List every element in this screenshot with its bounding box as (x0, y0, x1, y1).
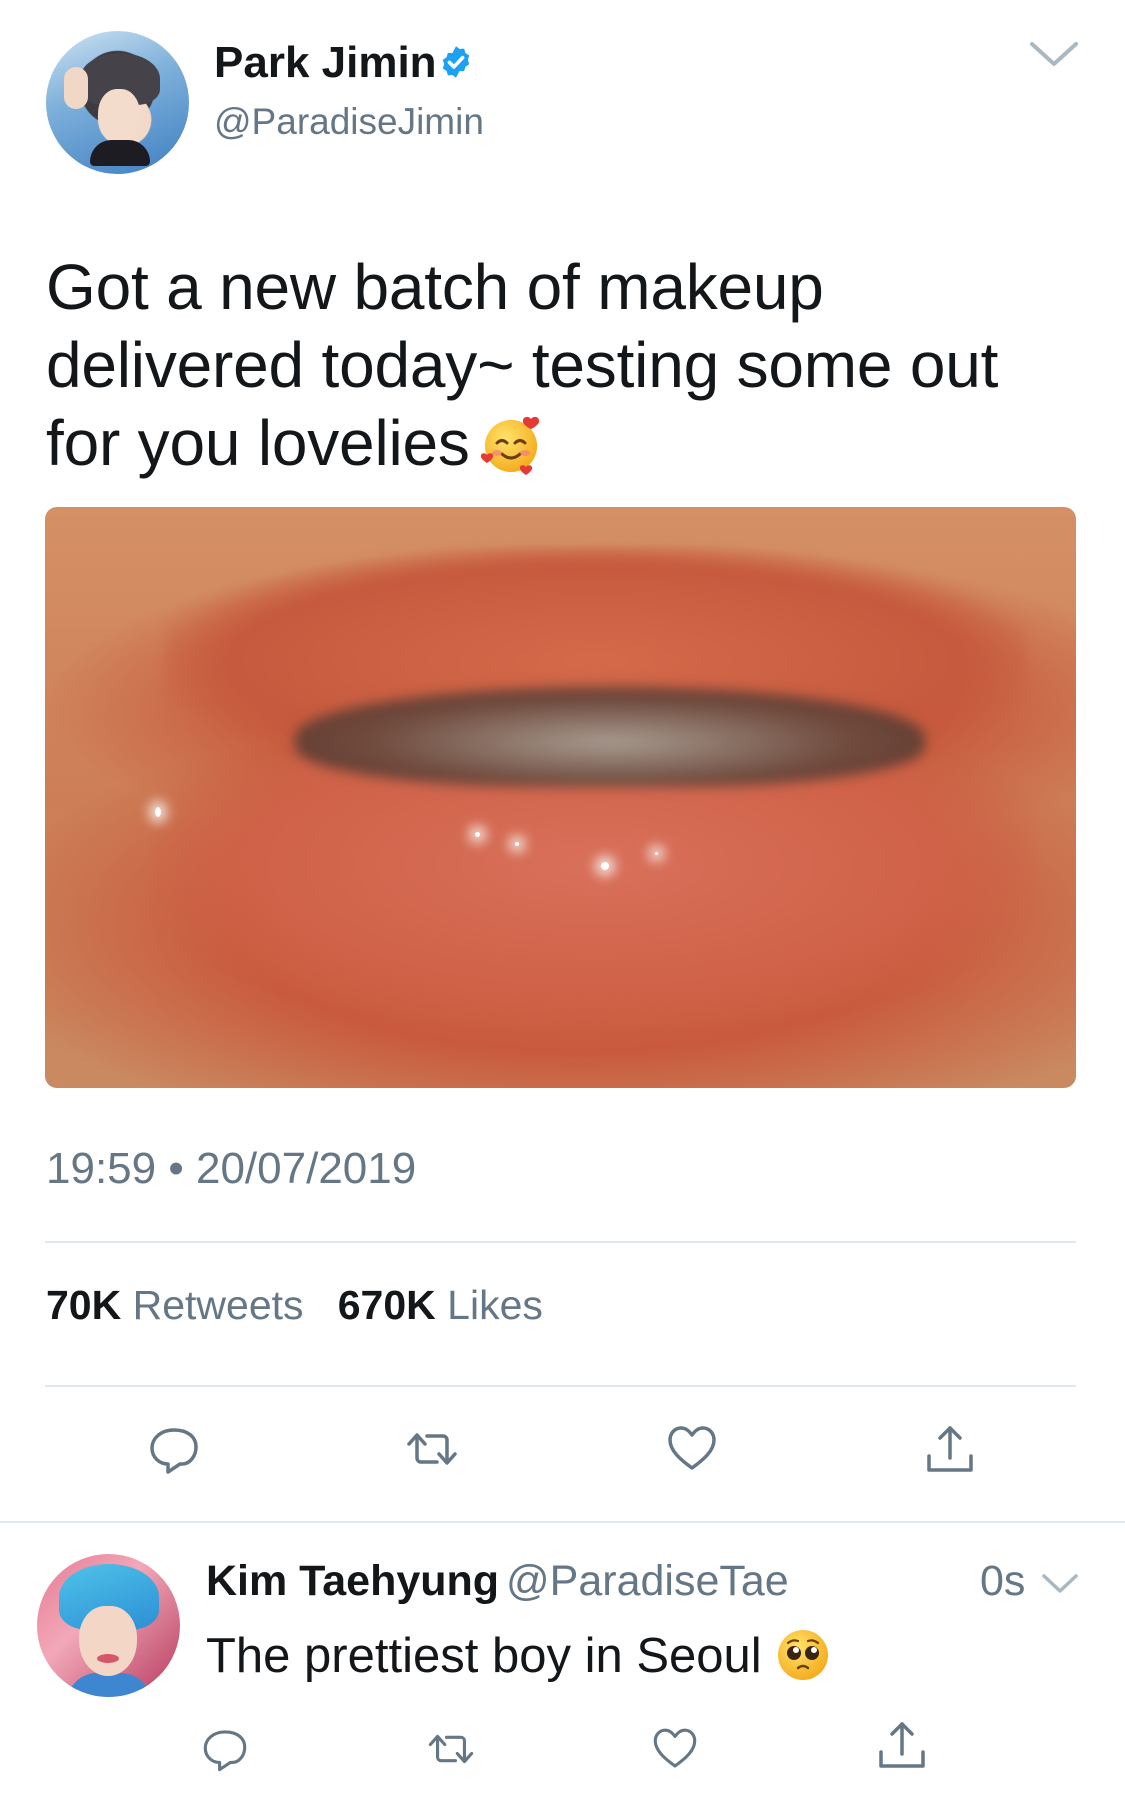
like-icon[interactable] (649, 1723, 701, 1775)
author-display-name[interactable]: Park Jimin (214, 38, 437, 88)
verified-badge-icon (442, 46, 470, 78)
tweet-stats: 70K Retweets 670K Likes (46, 1280, 543, 1330)
likes-label: Likes (447, 1282, 543, 1328)
likes-count: 670K (337, 1282, 436, 1328)
chevron-down-icon[interactable] (1040, 1568, 1080, 1598)
share-icon[interactable] (921, 1420, 979, 1478)
share-icon[interactable] (873, 1716, 931, 1774)
reply-author-avatar[interactable] (37, 1554, 180, 1697)
tweet-photo[interactable] (45, 507, 1076, 1088)
tweet-date: 20/07/2019 (195, 1144, 417, 1193)
reply-author-handle[interactable]: @ParadiseTae (506, 1555, 789, 1607)
retweet-icon[interactable] (403, 1420, 461, 1478)
retweets-stat[interactable]: 70K Retweets (46, 1282, 304, 1328)
reply-author-name[interactable]: Kim Taehyung (206, 1555, 499, 1607)
retweet-icon[interactable] (425, 1723, 477, 1775)
divider (45, 1385, 1076, 1387)
author-handle[interactable]: @ParadiseJimin (214, 99, 484, 145)
smiling-face-with-hearts-icon (480, 416, 539, 475)
reply-text: The prettiest boy in Seoul (206, 1626, 830, 1686)
tweet-text: Got a new batch of makeup delivered toda… (46, 248, 1086, 482)
author-avatar[interactable] (46, 31, 189, 174)
retweets-count: 70K (46, 1282, 122, 1328)
tweet-timestamp: 19:59 • 20/07/2019 (46, 1143, 416, 1195)
divider (0, 1521, 1125, 1523)
reply-text-content: The prettiest boy in Seoul (206, 1629, 762, 1683)
retweets-label: Retweets (132, 1282, 304, 1328)
reply-icon[interactable] (145, 1420, 203, 1478)
like-icon[interactable] (663, 1420, 721, 1478)
divider (45, 1241, 1076, 1243)
chevron-down-icon[interactable] (1028, 36, 1080, 72)
timestamp-separator: • (168, 1144, 184, 1193)
reply-icon[interactable] (199, 1723, 251, 1775)
reply-time: 0s (980, 1557, 1026, 1605)
tweet-time: 19:59 (46, 1144, 157, 1193)
pleading-face-icon (777, 1630, 828, 1680)
likes-stat[interactable]: 670K Likes (338, 1282, 543, 1328)
